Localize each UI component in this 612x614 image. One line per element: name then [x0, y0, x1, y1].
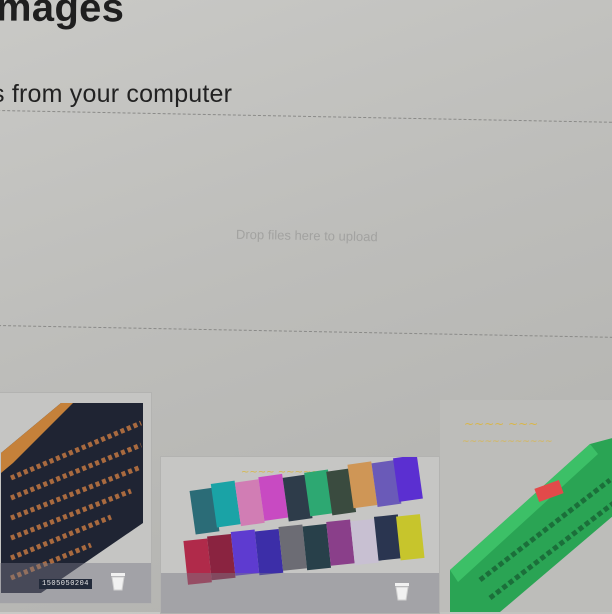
- page-heading: mages: [0, 0, 125, 31]
- uploaded-image-card[interactable]: ~~~~ ~~~ ~~~~~~~~~~~~: [440, 400, 612, 612]
- svg-text:~~~~~~~~~~~~: ~~~~~~~~~~~~: [462, 437, 553, 447]
- uploaded-image-card[interactable]: 1505050204: [0, 392, 152, 604]
- uploaded-image-preview: ~~~~ ~~~ ~~~~~~~~~~~~: [440, 400, 612, 612]
- trash-icon[interactable]: [393, 581, 411, 601]
- uploaded-image-card[interactable]: ~~~~ ~~~~~: [160, 456, 440, 614]
- file-name-label: 1505050204: [39, 579, 93, 589]
- dropzone-hint: Drop files here to upload: [235, 226, 378, 245]
- page-subtitle: s from your computer: [0, 80, 233, 108]
- svg-text:~~~~ ~~~: ~~~~ ~~~: [464, 417, 538, 431]
- trash-icon[interactable]: [109, 571, 127, 591]
- upload-dropzone[interactable]: [0, 109, 612, 339]
